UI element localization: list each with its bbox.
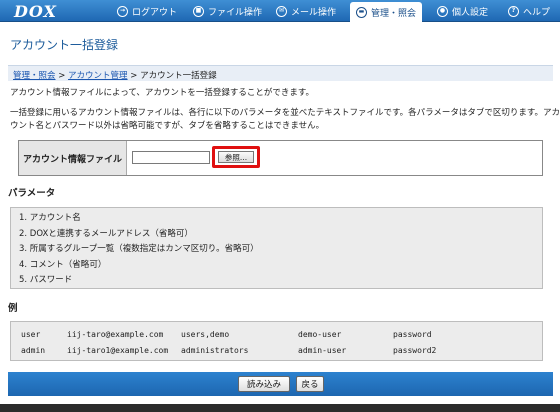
example-cell: administrators xyxy=(181,346,249,355)
dox-logo: DOX xyxy=(14,2,57,21)
example-cell: password2 xyxy=(393,346,437,355)
parameter-item: 3. 所属するグループ一覧（複数指定はカンマ区切り。省略可） xyxy=(19,244,259,254)
example-block: user iij-taro@example.com users,demo dem… xyxy=(10,321,543,361)
breadcrumb-account-management-link[interactable]: アカウント管理 xyxy=(68,71,128,81)
example-heading: 例 xyxy=(8,303,18,314)
example-cell: iij-taro@example.com xyxy=(67,330,164,339)
parameter-item: 1. アカウント名 xyxy=(19,213,81,223)
account-file-input[interactable] xyxy=(132,151,210,164)
admin-icon: ▬ xyxy=(356,6,367,18)
nav-logout-label: ログアウト xyxy=(132,7,178,18)
example-cell: user xyxy=(21,330,41,339)
window-bottom-edge xyxy=(0,404,560,412)
description-text-line2: ウント名とパスワード以外は省略可能ですが、タブを省略することはできません。 xyxy=(10,121,325,131)
breadcrumb-separator: > xyxy=(127,71,141,81)
description-text-line1: 一括登録に用いるアカウント情報ファイルは、各行に以下のパラメータを並べたテキスト… xyxy=(10,108,560,118)
nav-help[interactable]: ? ヘルプ xyxy=(508,0,550,22)
back-button[interactable]: 戻る xyxy=(296,376,324,392)
user-icon: ● xyxy=(437,5,448,17)
breadcrumb-admin-link[interactable]: 管理・照会 xyxy=(13,71,56,81)
parameters-list: 1. アカウント名 2. DOXと連携するメールアドレス（省略可） 3. 所属す… xyxy=(10,207,543,289)
nav-file-operations[interactable]: ■ ファイル操作 xyxy=(193,0,262,22)
nav-mail-operations[interactable]: ✉ メール操作 xyxy=(276,0,336,22)
nav-file-operations-label: ファイル操作 xyxy=(208,7,263,18)
breadcrumb: 管理・照会 > アカウント管理 > アカウント一括登録 xyxy=(8,65,553,81)
nav-admin-inquiry-label: 管理・照会 xyxy=(371,8,417,19)
parameters-heading: パラメータ xyxy=(8,188,56,199)
example-cell: admin xyxy=(21,346,46,355)
nav-logout[interactable]: → ログアウト xyxy=(117,0,177,22)
parameter-item: 2. DOXと連携するメールアドレス（省略可） xyxy=(19,228,193,239)
browse-highlight: 参照... xyxy=(212,146,260,168)
import-button[interactable]: 読み込み xyxy=(238,376,290,392)
nav-personal-settings[interactable]: ● 個人設定 xyxy=(437,0,488,22)
example-cell: users,demo xyxy=(181,330,230,339)
example-cell: admin-user xyxy=(298,346,347,355)
account-file-label: アカウント情報ファイル xyxy=(19,141,127,175)
parameter-item: 5. パスワード xyxy=(19,275,73,285)
breadcrumb-current: アカウント一括登録 xyxy=(140,71,217,81)
example-cell: iij-taro1@example.com xyxy=(67,346,169,355)
help-icon: ? xyxy=(508,5,519,17)
parameter-item: 4. コメント（省略可） xyxy=(19,259,107,270)
example-cell: demo-user xyxy=(298,330,342,339)
breadcrumb-separator: > xyxy=(55,71,69,81)
logout-icon: → xyxy=(117,5,128,17)
browse-button[interactable]: 参照... xyxy=(218,151,254,163)
example-cell: password xyxy=(393,330,432,339)
action-bar: 読み込み 戻る xyxy=(8,372,553,396)
page-title: アカウント一括登録 xyxy=(10,38,119,52)
mail-icon: ✉ xyxy=(276,5,287,17)
file-upload-form: アカウント情報ファイル 参照... xyxy=(18,140,543,176)
file-icon: ■ xyxy=(193,5,204,17)
nav-help-label: ヘルプ xyxy=(523,7,551,18)
intro-text: アカウント情報ファイルによって、アカウントを一括登録することができます。 xyxy=(10,88,315,98)
top-navigation-bar: DOX → ログアウト ■ ファイル操作 ✉ メール操作 ▬ 管理・照会 ● 個… xyxy=(0,0,560,22)
nav-mail-operations-label: メール操作 xyxy=(291,7,337,18)
nav-personal-settings-label: 個人設定 xyxy=(452,7,489,18)
nav-admin-inquiry[interactable]: ▬ 管理・照会 xyxy=(350,2,423,22)
